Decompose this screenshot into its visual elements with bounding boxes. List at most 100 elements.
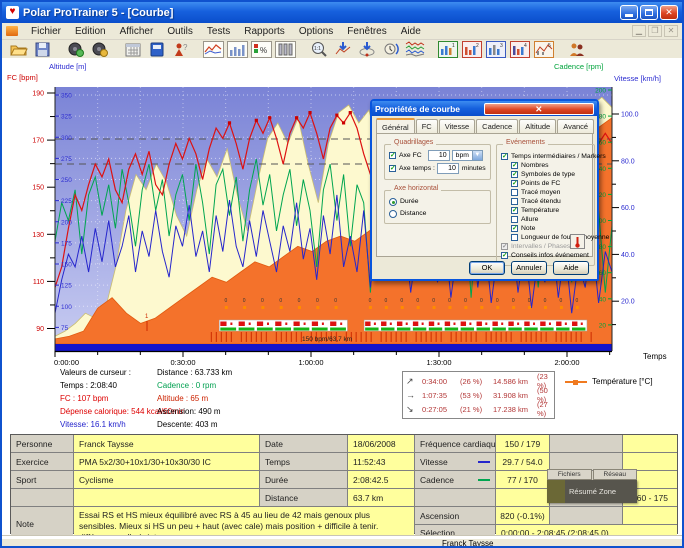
mdi-minimize-button[interactable]: ▁: [632, 25, 646, 37]
dialog-option-note[interactable]: ✓Note: [511, 224, 594, 233]
checkbox-icon[interactable]: ✓: [389, 152, 396, 159]
dialog-tab-cadence[interactable]: Cadence: [476, 119, 518, 134]
ok-button[interactable]: OK: [469, 261, 505, 275]
speed-minmax-value: 29.7 / 54.0: [496, 453, 549, 470]
checkbox-icon[interactable]: ✓: [501, 153, 508, 160]
mdi-close-button[interactable]: ✕: [664, 25, 678, 37]
fichiers-tab[interactable]: Fichiers: [547, 469, 592, 480]
open-icon[interactable]: [8, 41, 29, 58]
exercise-value[interactable]: PMA 5x2/30+10x1/30+10x30/30 IC: [74, 453, 259, 470]
checkbox-icon[interactable]: ✓: [501, 243, 508, 250]
person-value[interactable]: Franck Taysse: [74, 435, 259, 452]
users-icon[interactable]: [566, 41, 587, 58]
axe-temps-value-input[interactable]: [437, 163, 459, 174]
minimize-button[interactable]: [620, 5, 638, 20]
report-1-icon[interactable]: 1: [437, 41, 458, 58]
close-button[interactable]: ✕: [660, 5, 678, 20]
menu-edition[interactable]: Edition: [68, 24, 113, 39]
save-icon[interactable]: [32, 41, 53, 58]
chevron-down-icon[interactable]: ▼: [472, 151, 482, 160]
temperature-line-icon: [565, 381, 587, 383]
report-4-icon[interactable]: 4: [509, 41, 530, 58]
svg-text:350: 350: [61, 93, 72, 100]
bars-view-icon[interactable]: [227, 41, 248, 58]
radio-icon[interactable]: [389, 198, 397, 206]
time-value: 11:52:43: [348, 453, 414, 470]
checkbox-icon[interactable]: [511, 189, 518, 196]
checkbox-icon[interactable]: ✓: [511, 225, 518, 232]
dialog-tab-fc[interactable]: FC: [416, 119, 438, 134]
dialog-option-nombres[interactable]: ✓Nombres: [511, 161, 594, 170]
svg-text:0: 0: [480, 298, 483, 304]
svg-text:250: 250: [61, 177, 72, 184]
svg-text:40: 40: [599, 296, 607, 303]
reseau-tab[interactable]: Réseau: [593, 469, 638, 480]
zoom-1-1-icon[interactable]: 1:1: [308, 41, 329, 58]
dialog-close-icon[interactable]: ✕: [484, 103, 595, 115]
report-5-icon[interactable]: 5: [533, 41, 554, 58]
mdi-restore-button[interactable]: ❐: [648, 25, 662, 37]
checkbox-icon[interactable]: [511, 234, 518, 241]
replay-icon[interactable]: [380, 41, 401, 58]
percent-view-icon[interactable]: %: [251, 41, 272, 58]
dialog-tab-avanc-[interactable]: Avancé: [557, 119, 594, 134]
lap-stat: 14.586 km: [493, 377, 537, 386]
checkbox-icon[interactable]: ✓: [511, 162, 518, 169]
menu-fichier[interactable]: Fichier: [24, 24, 68, 39]
dialog-option-trac-moyen[interactable]: Tracé moyen: [511, 188, 594, 197]
menu-rapports[interactable]: Rapports: [237, 24, 292, 39]
multi-curves-icon[interactable]: [404, 41, 425, 58]
axe-fc-value-input[interactable]: [428, 150, 450, 161]
axe-fc-unit-select[interactable]: bpm ▼: [452, 150, 483, 161]
distance-radio[interactable]: Distance: [389, 209, 490, 218]
curve-view-icon[interactable]: [203, 41, 224, 58]
checkbox-icon[interactable]: ✓: [511, 207, 518, 214]
checkbox-icon[interactable]: ✓: [511, 171, 518, 178]
menu-tests[interactable]: Tests: [200, 24, 237, 39]
calendar-icon[interactable]: [122, 41, 143, 58]
download-loop-icon[interactable]: [356, 41, 377, 58]
dialog-option-points-de-fc[interactable]: ✓Points de FC: [511, 179, 594, 188]
cancel-button[interactable]: Annuler: [511, 261, 547, 275]
listen-lock-icon[interactable]: [89, 41, 110, 58]
sport-value[interactable]: Cyclisme: [74, 471, 259, 488]
svg-text:%: %: [260, 46, 267, 55]
checkbox-icon[interactable]: ✓: [501, 252, 508, 259]
dialog-option-temps-interm-diaires-markers[interactable]: ✓Temps intermédiaires / Markers: [501, 152, 594, 161]
axe-fc-checkbox[interactable]: ✓ Axe FC bpm ▼: [389, 151, 490, 160]
checkbox-icon[interactable]: ✓: [389, 165, 396, 172]
menu-outils[interactable]: Outils: [160, 24, 200, 39]
duree-radio[interactable]: Durée: [389, 197, 490, 206]
listen-device-icon[interactable]: [65, 41, 86, 58]
dialog-tab-g-n-ral[interactable]: Général: [376, 118, 415, 133]
checkbox-icon[interactable]: [511, 216, 518, 223]
report-3-icon[interactable]: 3: [485, 41, 506, 58]
dialog-option-temp-rature[interactable]: ✓Température: [511, 206, 594, 215]
dialog-option-conseils-infos-v-nement[interactable]: ✓Conseils infos événement: [501, 251, 594, 260]
restore-button[interactable]: [640, 5, 658, 20]
popup-swatch: [547, 480, 565, 503]
menu-aide[interactable]: Aide: [394, 24, 428, 39]
download-curve-icon[interactable]: [332, 41, 353, 58]
svg-text:0: 0: [279, 298, 282, 304]
diary-icon[interactable]: [146, 41, 167, 58]
menu-afficher[interactable]: Afficher: [113, 24, 161, 39]
checkbox-icon[interactable]: ✓: [511, 180, 518, 187]
dialog-option-symboles-de-type[interactable]: ✓Symboles de type: [511, 170, 594, 179]
menu-options[interactable]: Options: [292, 24, 340, 39]
svg-text:FC [bpm]: FC [bpm]: [7, 73, 38, 82]
laps-view-icon[interactable]: [275, 41, 296, 58]
dialog-option-allure[interactable]: Allure: [511, 215, 594, 224]
radio-icon[interactable]: [389, 210, 397, 218]
checkbox-icon[interactable]: [511, 198, 518, 205]
dialog-option-trac-tendu[interactable]: Tracé étendu: [511, 197, 594, 206]
dialog-titlebar[interactable]: Propriétés de courbe ✕: [372, 101, 597, 116]
help-button[interactable]: Aide: [553, 261, 589, 275]
axe-temps-checkbox[interactable]: ✓ Axe temps : minutes: [389, 164, 490, 173]
dialog-tab-vitesse[interactable]: Vitesse: [439, 119, 475, 134]
dialog-tab-altitude[interactable]: Altitude: [519, 119, 556, 134]
report-2-icon[interactable]: 2: [461, 41, 482, 58]
person-wizard-icon[interactable]: ?: [170, 41, 191, 58]
temperature-style-button[interactable]: [570, 234, 585, 249]
menu-fen-tres[interactable]: Fenêtres: [340, 24, 393, 39]
